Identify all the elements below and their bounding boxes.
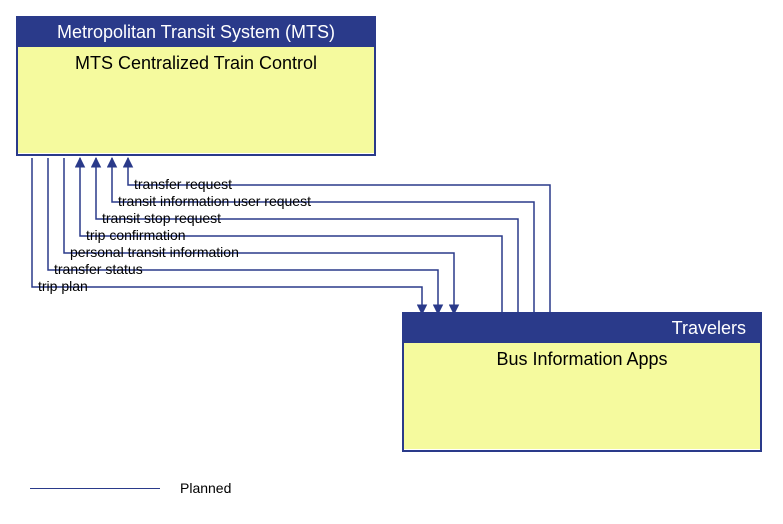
flow-label-trip-confirmation: trip confirmation <box>86 227 186 243</box>
flow-label-personal-transit-info: personal transit information <box>70 244 239 260</box>
legend-label: Planned <box>180 480 231 496</box>
flow-label-transit-info-user-request: transit information user request <box>118 193 311 209</box>
flow-label-transfer-status: transfer status <box>54 261 143 277</box>
flow-label-transfer-request: transfer request <box>134 176 232 192</box>
node-mts-body: MTS Centralized Train Control <box>18 47 374 153</box>
node-travelers-header: Travelers <box>404 314 760 343</box>
flow-label-trip-plan: trip plan <box>38 278 88 294</box>
node-travelers: Travelers Bus Information Apps <box>402 312 762 452</box>
legend-line <box>30 488 160 489</box>
node-mts: Metropolitan Transit System (MTS) MTS Ce… <box>16 16 376 156</box>
flow-label-transit-stop-request: transit stop request <box>102 210 221 226</box>
node-mts-header: Metropolitan Transit System (MTS) <box>18 18 374 47</box>
node-travelers-body: Bus Information Apps <box>404 343 760 449</box>
